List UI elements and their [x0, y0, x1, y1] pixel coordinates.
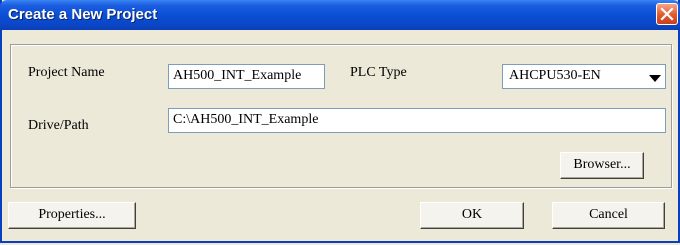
plc-type-label: PLC Type	[350, 65, 407, 80]
project-settings-group: Project Name AH500_INT_Example PLC Type …	[10, 44, 672, 188]
ok-button[interactable]: OK	[420, 202, 524, 229]
dialog-window: Create a New Project Project Name AH500_…	[0, 0, 680, 243]
project-name-label: Project Name	[28, 65, 105, 80]
chevron-down-icon[interactable]	[649, 72, 661, 88]
plc-type-value: AHCPU530-EN	[509, 68, 601, 83]
project-name-field[interactable]: AH500_INT_Example	[168, 64, 325, 89]
dialog-title: Create a New Project	[8, 6, 158, 23]
cancel-button[interactable]: Cancel	[552, 202, 665, 229]
properties-button[interactable]: Properties...	[8, 202, 136, 229]
plc-type-select[interactable]: AHCPU530-EN	[502, 64, 666, 89]
browser-button[interactable]: Browser...	[560, 152, 644, 179]
title-bar[interactable]: Create a New Project	[0, 0, 680, 30]
drive-path-field[interactable]: C:\AH500_INT_Example	[168, 108, 666, 133]
close-button[interactable]	[656, 3, 678, 25]
drive-path-label: Drive/Path	[28, 118, 89, 133]
